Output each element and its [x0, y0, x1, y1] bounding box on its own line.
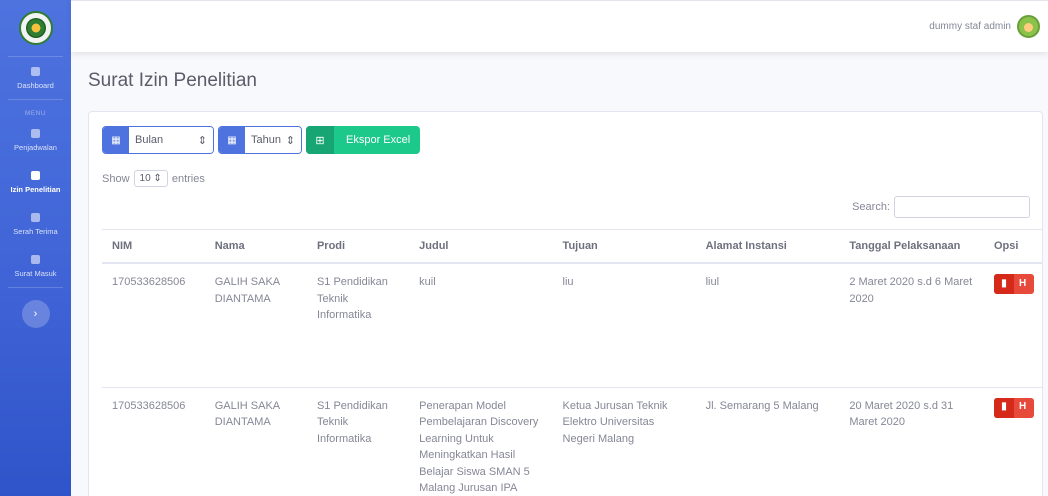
table-icon: ⊞: [306, 126, 334, 154]
table-row: 170533628506 GALIH SAKA DIANTAMA S1 Pend…: [102, 263, 1042, 388]
brand[interactable]: [0, 0, 71, 56]
trash-icon: ▮: [994, 397, 1014, 418]
data-table: NIM Nama Prodi Judul Tujuan Alamat Insta…: [102, 229, 1042, 496]
sidebar-item-label: Izin Penelitian: [10, 185, 61, 194]
export-excel-button[interactable]: ⊞ Ekspor Excel: [306, 126, 421, 154]
sidebar-toggle-button[interactable]: ›: [21, 300, 50, 328]
chevron-right-icon: ›: [33, 308, 38, 320]
cell-alamat: Jl. Semarang 5 Malang: [695, 387, 840, 496]
search: Search:: [852, 196, 1030, 218]
inbox-icon: [31, 255, 40, 264]
month-select-value: Bulan: [135, 134, 164, 146]
sidebar-divider: [8, 287, 63, 288]
sidebar-item-label: Serah Terima: [13, 227, 58, 236]
column-header[interactable]: Nama: [204, 229, 307, 264]
column-header[interactable]: Opsi: [984, 229, 1042, 264]
chevron-updown-icon: ⇕: [197, 134, 207, 147]
filter-controls: ▦ Bulan ⇕ ▦ Tahun ⇕ ⊞ Ekspor Excel: [102, 126, 421, 154]
cell-nim: 170533628506: [102, 263, 205, 388]
search-input[interactable]: [894, 196, 1030, 218]
column-header[interactable]: Prodi: [306, 229, 410, 264]
year-select[interactable]: ▦ Tahun ⇕: [218, 126, 302, 154]
document-icon: [31, 213, 40, 222]
cell-opsi: ▮ H: [984, 263, 1042, 388]
calendar-icon: ▦: [219, 127, 245, 153]
calendar-icon: [31, 129, 40, 138]
cell-alamat: liul: [695, 263, 840, 388]
column-header[interactable]: Alamat Instansi: [695, 229, 840, 264]
entries-label: entries: [171, 172, 205, 185]
month-select[interactable]: ▦ Bulan ⇕: [102, 126, 214, 154]
cell-tujuan: Ketua Jurusan Teknik Elektro Universitas…: [552, 387, 696, 496]
data-card: ▦ Bulan ⇕ ▦ Tahun ⇕ ⊞ Ekspor Excel Show …: [88, 111, 1043, 496]
cell-nama: GALIH SAKA DIANTAMA: [204, 387, 307, 496]
entries-value: 10: [139, 173, 151, 184]
cell-tanggal: 20 Maret 2020 s.d 31 Maret 2020: [839, 387, 984, 496]
table-header-row: NIM Nama Prodi Judul Tujuan Alamat Insta…: [102, 229, 1042, 264]
calendar-icon: ▦: [103, 127, 129, 153]
sidebar-item-label: Dashboard: [17, 81, 54, 90]
sidebar-item-label: Surat Masuk: [14, 269, 57, 278]
user-name[interactable]: dummy staf admin: [929, 21, 1011, 32]
avatar[interactable]: [1017, 15, 1040, 38]
export-excel-label: Ekspor Excel: [346, 134, 411, 146]
university-logo-icon[interactable]: [18, 11, 53, 45]
sidebar-item-label: Penjadwalan: [14, 143, 57, 152]
search-label: Search:: [852, 201, 890, 213]
delete-label: H: [1019, 401, 1027, 413]
cell-prodi: S1 Pendidikan Teknik Informatika: [306, 387, 410, 496]
sidebar-item-serah-terima[interactable]: Serah Terima: [0, 203, 71, 245]
sidebar: Dashboard MENU Penjadwalan Izin Peneliti…: [0, 0, 71, 496]
show-entries: Show 10 ⇕ entries: [102, 170, 205, 187]
trash-icon: ▮: [994, 274, 1014, 294]
table-row: 170533628506 GALIH SAKA DIANTAMA S1 Pend…: [102, 387, 1042, 496]
delete-button[interactable]: ▮ H: [994, 397, 1034, 418]
sidebar-item-izin-penelitian[interactable]: Izin Penelitian: [0, 161, 71, 203]
topbar: dummy staf admin: [71, 0, 1048, 52]
year-select-box[interactable]: Tahun ⇕: [245, 127, 301, 153]
show-label: Show: [102, 172, 130, 185]
cell-nama: GALIH SAKA DIANTAMA: [204, 263, 307, 388]
page-title: Surat Izin Penelitian: [88, 70, 257, 91]
cell-prodi: S1 Pendidikan Teknik Informatika: [306, 263, 410, 388]
delete-button[interactable]: ▮ H: [994, 274, 1034, 294]
cell-judul: kuil: [409, 263, 553, 388]
column-header[interactable]: Tujuan: [552, 229, 696, 264]
column-header[interactable]: Judul: [409, 229, 553, 264]
chevron-updown-icon: ⇕: [285, 134, 295, 147]
sidebar-heading: MENU: [24, 110, 47, 117]
cell-nim: 170533628506: [102, 387, 205, 496]
cell-tanggal: 2 Maret 2020 s.d 6 Maret 2020: [839, 263, 984, 388]
column-header[interactable]: NIM: [102, 229, 205, 264]
delete-label: H: [1019, 277, 1027, 289]
sidebar-item-penjadwalan[interactable]: Penjadwalan: [0, 119, 71, 161]
dashboard-icon: [31, 67, 40, 76]
cell-tujuan: liu: [552, 263, 696, 388]
sidebar-item-dashboard[interactable]: Dashboard: [0, 57, 71, 99]
entries-select[interactable]: 10 ⇕: [133, 170, 168, 187]
year-select-value: Tahun: [251, 134, 281, 146]
cell-judul: Penerapan Model Pembelajaran Discovery L…: [409, 387, 553, 496]
cell-opsi: ▮ H: [984, 387, 1042, 496]
month-select-box[interactable]: Bulan ⇕: [129, 127, 213, 153]
sidebar-item-surat-masuk[interactable]: Surat Masuk: [0, 245, 71, 287]
file-icon: [31, 171, 40, 180]
column-header[interactable]: Tanggal Pelaksanaan: [839, 229, 984, 264]
